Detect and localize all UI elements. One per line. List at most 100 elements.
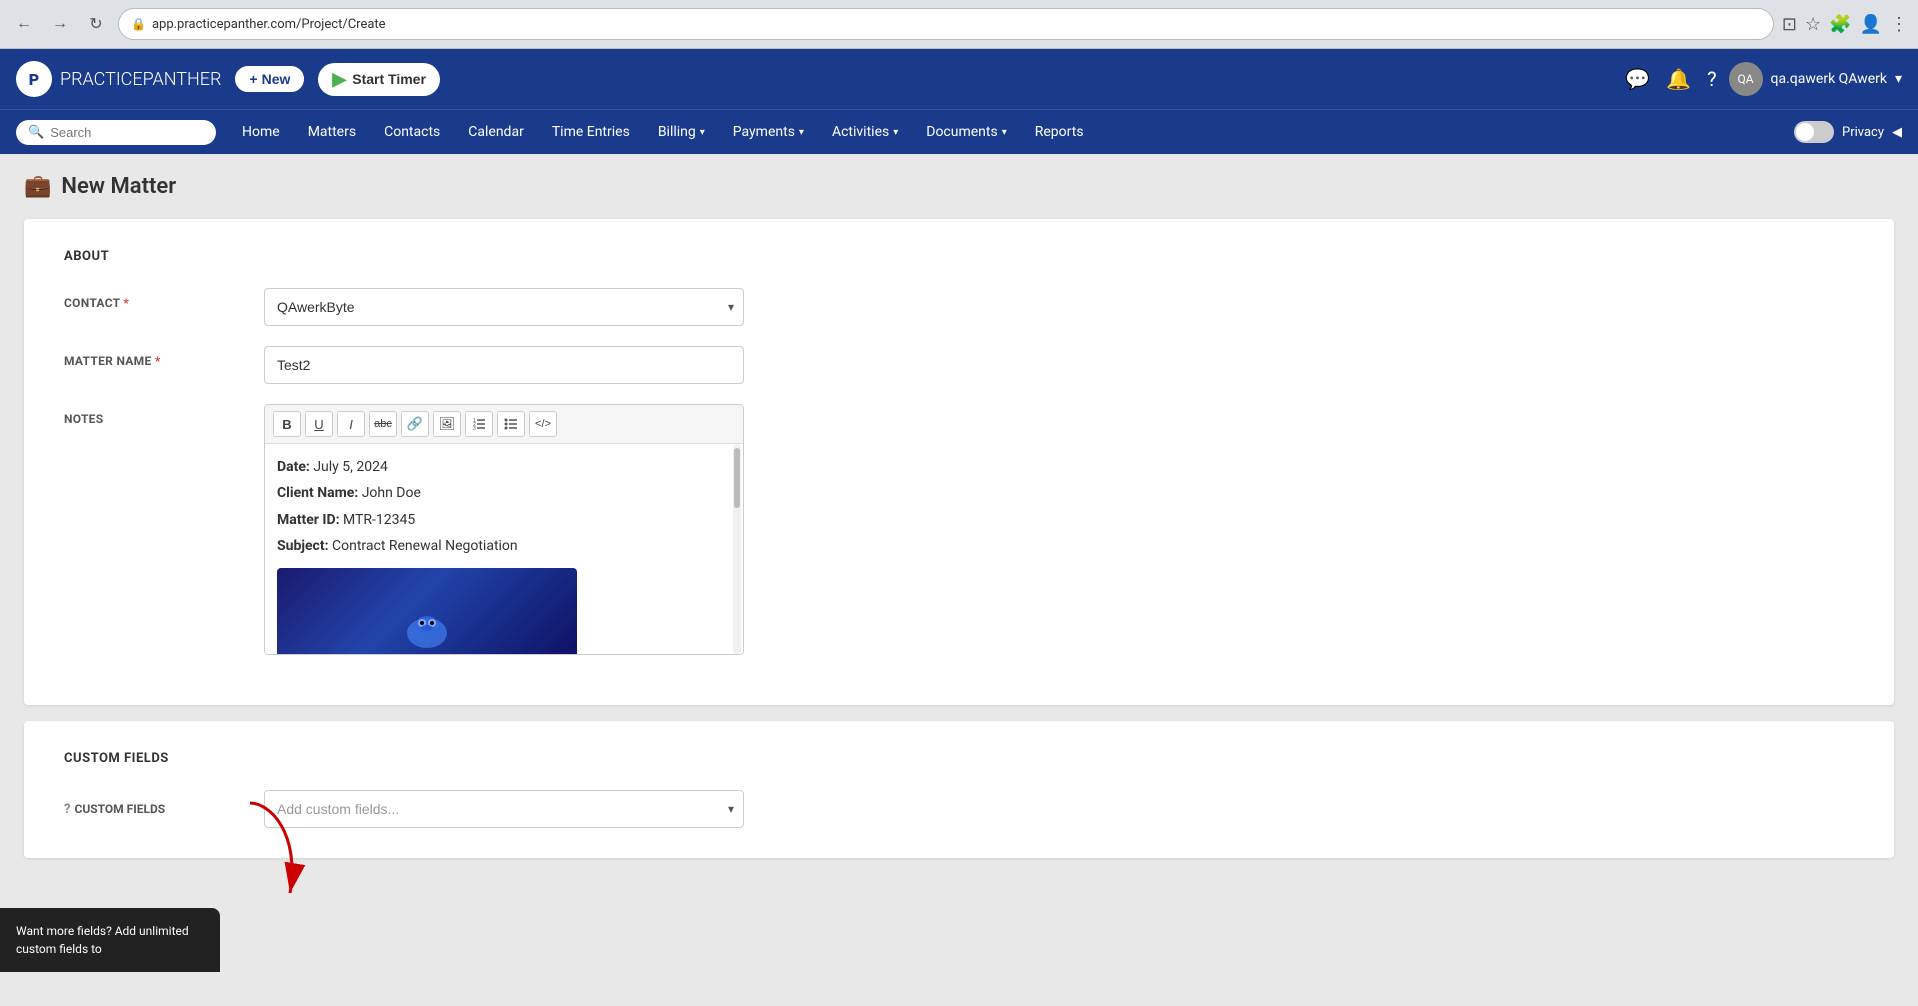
client-label: Client Name:	[277, 485, 358, 501]
about-section-title: ABOUT	[64, 249, 1854, 264]
payments-arrow: ▾	[799, 127, 804, 138]
nav-documents[interactable]: Documents ▾	[912, 110, 1021, 154]
contact-select-wrapper: QAwerkByte ▾	[264, 288, 744, 326]
nav-home[interactable]: Home	[228, 110, 294, 154]
more-icon[interactable]: ⋮	[1890, 14, 1908, 35]
refresh-button[interactable]: ↻	[82, 10, 110, 38]
contact-label-text: CONTACT	[64, 296, 120, 310]
new-button[interactable]: + New	[233, 64, 306, 94]
editor-body[interactable]: Date: July 5, 2024 Client Name: John Doe…	[265, 444, 743, 654]
matter-name-input[interactable]	[264, 346, 744, 384]
nav-billing[interactable]: Billing ▾	[644, 110, 719, 154]
notes-label: NOTES	[64, 404, 244, 426]
nav-reports[interactable]: Reports	[1021, 110, 1098, 154]
matter-name-label: MATTER NAME *	[64, 346, 244, 368]
calendar-label: Calendar	[468, 124, 524, 140]
notes-label-text: NOTES	[64, 412, 103, 426]
user-menu[interactable]: QA qa.qawerk QAwerk ▾	[1729, 62, 1902, 96]
matter-name-label-text: MATTER NAME	[64, 354, 152, 368]
custom-fields-title: CUSTOM FIELDS	[64, 751, 1854, 766]
underline-button[interactable]: U	[305, 411, 333, 437]
extension-icon[interactable]: 🧩	[1829, 14, 1851, 35]
unordered-list-button[interactable]	[497, 411, 525, 437]
ordered-list-button[interactable]: 123	[465, 411, 493, 437]
bold-button[interactable]: B	[273, 411, 301, 437]
privacy-chevron: ◀	[1892, 125, 1902, 140]
nav-activities[interactable]: Activities ▾	[818, 110, 912, 154]
contact-select[interactable]: QAwerkByte	[264, 288, 744, 326]
date-label: Date:	[277, 459, 310, 475]
editor-scrollbar[interactable]	[733, 444, 741, 654]
contact-row: CONTACT * QAwerkByte ▾	[64, 288, 1854, 326]
editor-content: Date: July 5, 2024 Client Name: John Doe…	[277, 456, 731, 654]
image-button[interactable]: 🖼	[433, 411, 461, 437]
matter-name-field	[264, 346, 744, 384]
svg-text:3: 3	[473, 426, 476, 431]
contacts-label: Contacts	[384, 124, 440, 140]
privacy-switch[interactable]	[1794, 121, 1834, 143]
documents-arrow: ▾	[1002, 127, 1007, 138]
cf-select[interactable]: Add custom fields...	[264, 790, 744, 828]
privacy-toggle[interactable]: Privacy ◀	[1794, 121, 1902, 143]
user-name: qa.qawerk QAwerk	[1771, 71, 1887, 87]
link-button[interactable]: 🔗	[401, 411, 429, 437]
chat-icon[interactable]: 💬	[1625, 67, 1650, 91]
app-nav: 🔍 Home Matters Contacts Calendar Time En…	[0, 109, 1918, 154]
plus-icon: +	[249, 71, 257, 87]
code-button[interactable]: </>	[529, 411, 557, 437]
activities-arrow: ▾	[893, 127, 898, 138]
scrollbar-thumb	[734, 448, 740, 508]
subject-value: Contract Renewal Negotiation	[332, 538, 518, 554]
image-bg	[277, 568, 577, 654]
search-input[interactable]	[50, 125, 204, 140]
new-label: New	[262, 71, 291, 87]
secure-icon: 🔒	[131, 17, 146, 31]
subject-label: Subject:	[277, 538, 329, 554]
contact-required: *	[123, 296, 129, 310]
logo-text: PRACTICEPANTHER	[60, 69, 221, 90]
search-box[interactable]: 🔍	[16, 120, 216, 145]
matter-id-label: Matter ID:	[277, 512, 340, 528]
nav-calendar[interactable]: Calendar	[454, 110, 538, 154]
avatar: QA	[1729, 62, 1763, 96]
cf-help-icon[interactable]: ?	[64, 802, 70, 817]
tooltip-popup: Want more fields? Add unlimited custom f…	[0, 908, 220, 972]
url-text: app.practicepanther.com/Project/Create	[152, 17, 386, 32]
editor-toolbar: B U I abc 🔗 🖼 123 </>	[265, 405, 743, 444]
time-entries-label: Time Entries	[552, 124, 630, 140]
cast-icon[interactable]: ⊡	[1782, 14, 1797, 35]
italic-button[interactable]: I	[337, 411, 365, 437]
address-bar[interactable]: 🔒 app.practicepanther.com/Project/Create	[118, 8, 1774, 40]
custom-fields-row: ? CUSTOM FIELDS Add custom fields... ▾	[64, 790, 1854, 828]
strikethrough-button[interactable]: abc	[369, 411, 397, 437]
cf-label-text: CUSTOM FIELDS	[74, 802, 165, 816]
contact-label: CONTACT *	[64, 288, 244, 310]
app-header: P PRACTICEPANTHER + New ▶ Start Timer 💬 …	[0, 49, 1918, 109]
page-title-area: 💼 New Matter	[24, 174, 1894, 199]
matter-id-value: MTR-12345	[343, 512, 415, 528]
nav-contacts[interactable]: Contacts	[370, 110, 454, 154]
page-content: 💼 New Matter ABOUT CONTACT * QAwerkByte …	[0, 154, 1918, 1006]
nav-matters[interactable]: Matters	[294, 110, 370, 154]
billing-arrow: ▾	[700, 127, 705, 138]
tooltip-text: Want more fields? Add unlimited custom f…	[16, 924, 189, 956]
bookmark-icon[interactable]: ☆	[1805, 14, 1821, 35]
matters-label: Matters	[308, 124, 356, 140]
help-icon[interactable]: ?	[1707, 67, 1716, 91]
back-button[interactable]: ←	[10, 10, 38, 38]
cf-label: ? CUSTOM FIELDS	[64, 802, 244, 817]
logo-light: PANTHER	[143, 69, 222, 90]
start-timer-button[interactable]: ▶ Start Timer	[318, 63, 440, 96]
notes-image	[277, 568, 577, 654]
bell-icon[interactable]: 🔔	[1666, 67, 1691, 91]
logo: P PRACTICEPANTHER	[16, 61, 221, 97]
client-value: John Doe	[362, 485, 421, 501]
activities-label: Activities	[832, 124, 889, 140]
user-menu-arrow: ▾	[1895, 71, 1902, 87]
page-title: New Matter	[61, 174, 176, 199]
reports-label: Reports	[1035, 124, 1084, 140]
profile-icon[interactable]: 👤	[1860, 14, 1882, 35]
forward-button[interactable]: →	[46, 10, 74, 38]
nav-payments[interactable]: Payments ▾	[719, 110, 818, 154]
nav-time-entries[interactable]: Time Entries	[538, 110, 644, 154]
